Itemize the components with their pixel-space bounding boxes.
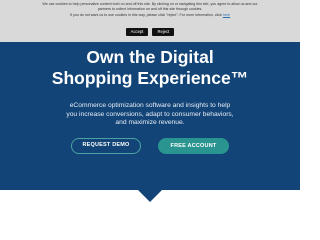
hero-subtext-line-3: and maximize revenue. [115, 119, 185, 127]
cookie-actions: Accept Reject [4, 28, 296, 37]
accept-cookies-button[interactable]: Accept [125, 28, 149, 37]
hero-cta-row: REQUEST DEMO FREE ACCOUNT [0, 138, 300, 154]
hero-subtext: eCommerce optimization software and insi… [40, 102, 260, 128]
cookie-notice-text: If you do not want us to use cookies in … [69, 12, 222, 17]
cookie-notice-line-3: If you do not want us to use cookies in … [4, 13, 296, 18]
hero-subtext-line-1: eCommerce optimization software and insi… [69, 102, 231, 109]
cookie-more-info-link[interactable]: here [223, 13, 230, 17]
hero-headline: Own the Digital Shopping Experience™ [0, 47, 300, 89]
page: We use cookies to help personalize conte… [0, 0, 300, 218]
hero-headline-line-2: Shopping Experience™ [51, 68, 249, 88]
cookie-consent-banner: We use cookies to help personalize conte… [0, 0, 300, 42]
hero-subtext-line-2: you increase conversions, adapt to consu… [66, 110, 234, 118]
free-account-button[interactable]: FREE ACCOUNT [158, 138, 229, 154]
section-divider-notch [137, 189, 163, 202]
reject-cookies-button[interactable]: Reject [152, 28, 175, 37]
request-demo-button[interactable]: REQUEST DEMO [71, 138, 141, 154]
hero-headline-line-1: Own the Digital [86, 47, 214, 67]
